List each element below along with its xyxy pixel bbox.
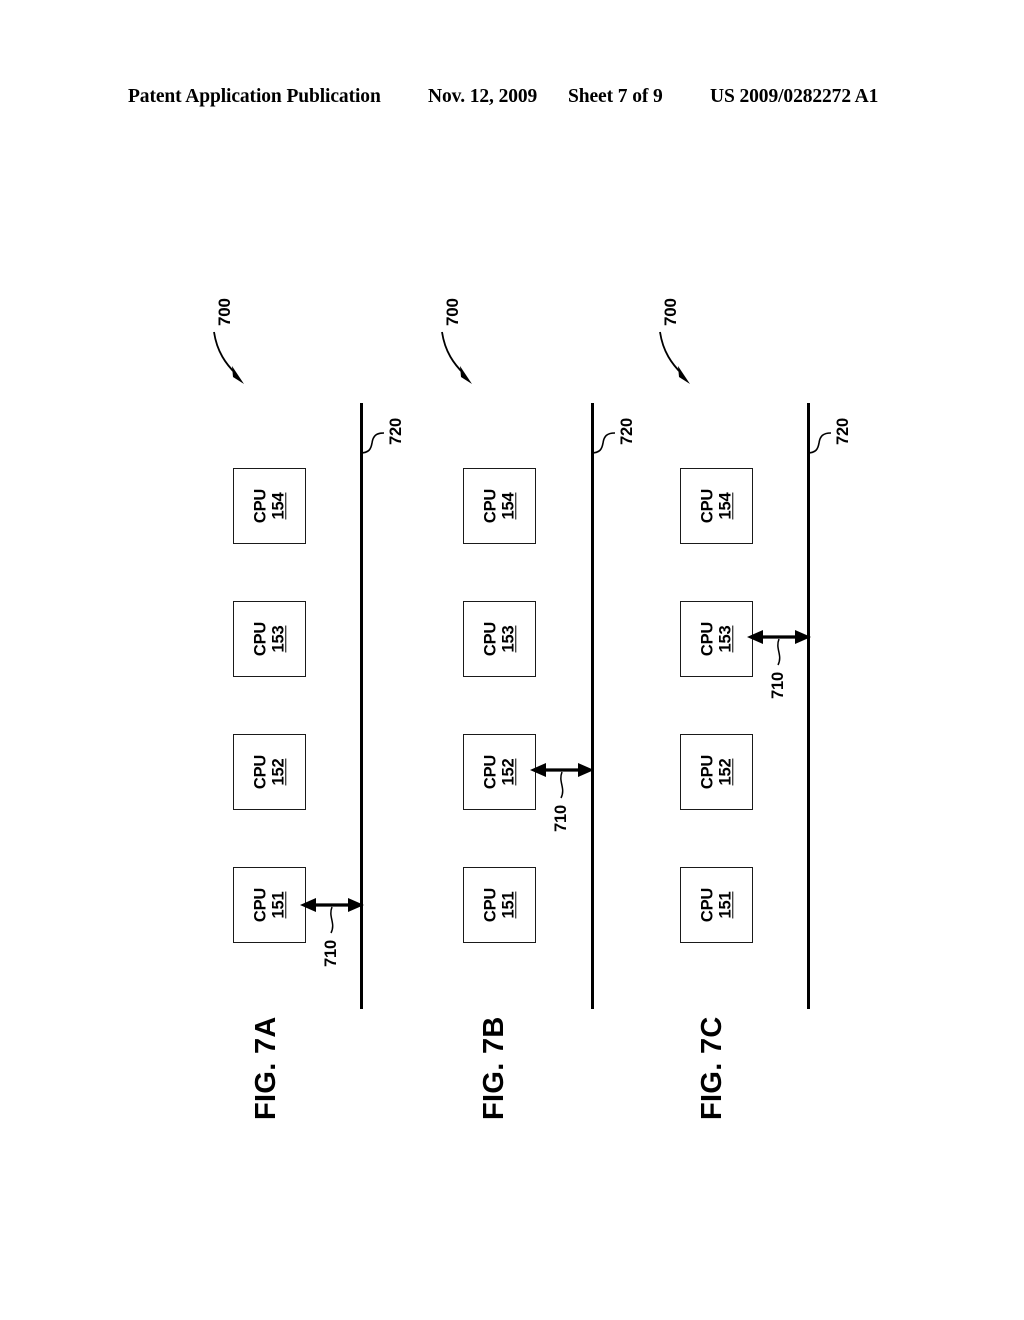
system-ref-700-c: 700 bbox=[636, 278, 746, 398]
cpu-box-154-c-label: CPU bbox=[697, 488, 716, 524]
cpu-box-151-a[interactable]: CPU 151 bbox=[233, 867, 306, 943]
figure-label-7a: FIG. 7A bbox=[250, 1016, 282, 1120]
cpu-box-151-b[interactable]: CPU 151 bbox=[463, 867, 536, 943]
cpu-box-153-c-id: 153 bbox=[716, 625, 735, 653]
figure-panel-7b: 700 720 CPU 154 CPU 153 CPU 152 CPU 151 … bbox=[418, 0, 648, 1320]
cpu-box-153-a-label: CPU bbox=[250, 621, 269, 657]
gap-ref-710-arrow-c bbox=[747, 630, 811, 666]
cpu-box-152-a-content: CPU 152 bbox=[250, 754, 288, 790]
cpu-box-153-b-id: 153 bbox=[499, 625, 518, 653]
cpu-box-154-a-id: 154 bbox=[269, 492, 288, 520]
gap-ref-710-label-b: 710 bbox=[552, 805, 570, 832]
gap-ref-710-label-a: 710 bbox=[322, 940, 340, 967]
gap-ref-710-arrow-a bbox=[300, 898, 364, 934]
gap-ref-710-label-c: 710 bbox=[769, 672, 787, 699]
cpu-box-152-a-label: CPU bbox=[250, 754, 269, 790]
patent-drawing-page: Patent Application Publication Nov. 12, … bbox=[0, 0, 1024, 1320]
figure-panel-7c: 700 720 CPU 154 CPU 153 CPU 152 CPU 151 … bbox=[636, 0, 866, 1320]
system-ref-700-b: 700 bbox=[418, 278, 528, 398]
cpu-box-154-a-label: CPU bbox=[250, 488, 269, 524]
figure-label-7c: FIG. 7C bbox=[696, 1016, 728, 1120]
cpu-box-154-a-content: CPU 154 bbox=[250, 488, 288, 524]
bus-line-720-c bbox=[807, 403, 810, 1009]
cpu-box-154-b-content: CPU 154 bbox=[480, 488, 518, 524]
cpu-box-152-c[interactable]: CPU 152 bbox=[680, 734, 753, 810]
cpu-box-152-c-content: CPU 152 bbox=[697, 754, 735, 790]
system-ref-700-arrow-c bbox=[659, 331, 690, 384]
cpu-box-153-c[interactable]: CPU 153 bbox=[680, 601, 753, 677]
cpu-box-151-b-label: CPU bbox=[480, 887, 499, 923]
system-ref-700-a: 700 bbox=[190, 278, 300, 398]
cpu-box-151-a-id: 151 bbox=[269, 891, 288, 919]
cpu-box-153-a[interactable]: CPU 153 bbox=[233, 601, 306, 677]
gap-ref-710-arrow-b bbox=[530, 763, 594, 799]
cpu-box-154-b[interactable]: CPU 154 bbox=[463, 468, 536, 544]
cpu-box-152-c-label: CPU bbox=[697, 754, 716, 790]
system-ref-700-arrow-a bbox=[213, 331, 244, 384]
cpu-box-151-b-content: CPU 151 bbox=[480, 887, 518, 923]
cpu-box-152-b-id: 152 bbox=[499, 758, 518, 786]
gap-ref-710-b: 710 bbox=[528, 740, 638, 835]
bus-ref-720-a: 720 bbox=[355, 405, 425, 465]
cpu-box-152-b[interactable]: CPU 152 bbox=[463, 734, 536, 810]
cpu-box-153-b-label: CPU bbox=[480, 621, 499, 657]
cpu-box-152-b-label: CPU bbox=[480, 754, 499, 790]
bus-line-720-b bbox=[591, 403, 594, 1009]
cpu-box-153-b[interactable]: CPU 153 bbox=[463, 601, 536, 677]
cpu-box-151-a-content: CPU 151 bbox=[250, 887, 288, 923]
figure-label-7b: FIG. 7B bbox=[478, 1016, 510, 1120]
cpu-box-151-c-id: 151 bbox=[716, 891, 735, 919]
cpu-box-152-b-content: CPU 152 bbox=[480, 754, 518, 790]
cpu-box-153-b-content: CPU 153 bbox=[480, 621, 518, 657]
cpu-box-153-a-id: 153 bbox=[269, 625, 288, 653]
figure-panel-7a: 700 720 CPU 154 CPU 153 CPU 152 CPU 151 … bbox=[190, 0, 420, 1320]
cpu-box-151-c-label: CPU bbox=[697, 887, 716, 923]
cpu-box-152-a-id: 152 bbox=[269, 758, 288, 786]
bus-ref-720-label-a: 720 bbox=[387, 418, 405, 445]
cpu-box-154-c-content: CPU 154 bbox=[697, 488, 735, 524]
cpu-box-152-a[interactable]: CPU 152 bbox=[233, 734, 306, 810]
cpu-box-154-a[interactable]: CPU 154 bbox=[233, 468, 306, 544]
cpu-box-152-c-id: 152 bbox=[716, 758, 735, 786]
bus-ref-720-label-b: 720 bbox=[618, 418, 636, 445]
cpu-box-153-a-content: CPU 153 bbox=[250, 621, 288, 657]
cpu-box-153-c-content: CPU 153 bbox=[697, 621, 735, 657]
gap-ref-710-a: 710 bbox=[298, 875, 408, 970]
system-ref-700-arrow-b bbox=[441, 331, 472, 384]
cpu-box-153-c-label: CPU bbox=[697, 621, 716, 657]
cpu-box-151-c[interactable]: CPU 151 bbox=[680, 867, 753, 943]
bus-ref-720-c: 720 bbox=[802, 405, 872, 465]
cpu-box-154-b-id: 154 bbox=[499, 492, 518, 520]
cpu-box-154-c-id: 154 bbox=[716, 492, 735, 520]
cpu-box-151-a-label: CPU bbox=[250, 887, 269, 923]
cpu-box-151-b-id: 151 bbox=[499, 891, 518, 919]
bus-ref-720-label-c: 720 bbox=[834, 418, 852, 445]
cpu-box-154-b-label: CPU bbox=[480, 488, 499, 524]
cpu-box-154-c[interactable]: CPU 154 bbox=[680, 468, 753, 544]
cpu-box-151-c-content: CPU 151 bbox=[697, 887, 735, 923]
gap-ref-710-c: 710 bbox=[745, 607, 855, 702]
